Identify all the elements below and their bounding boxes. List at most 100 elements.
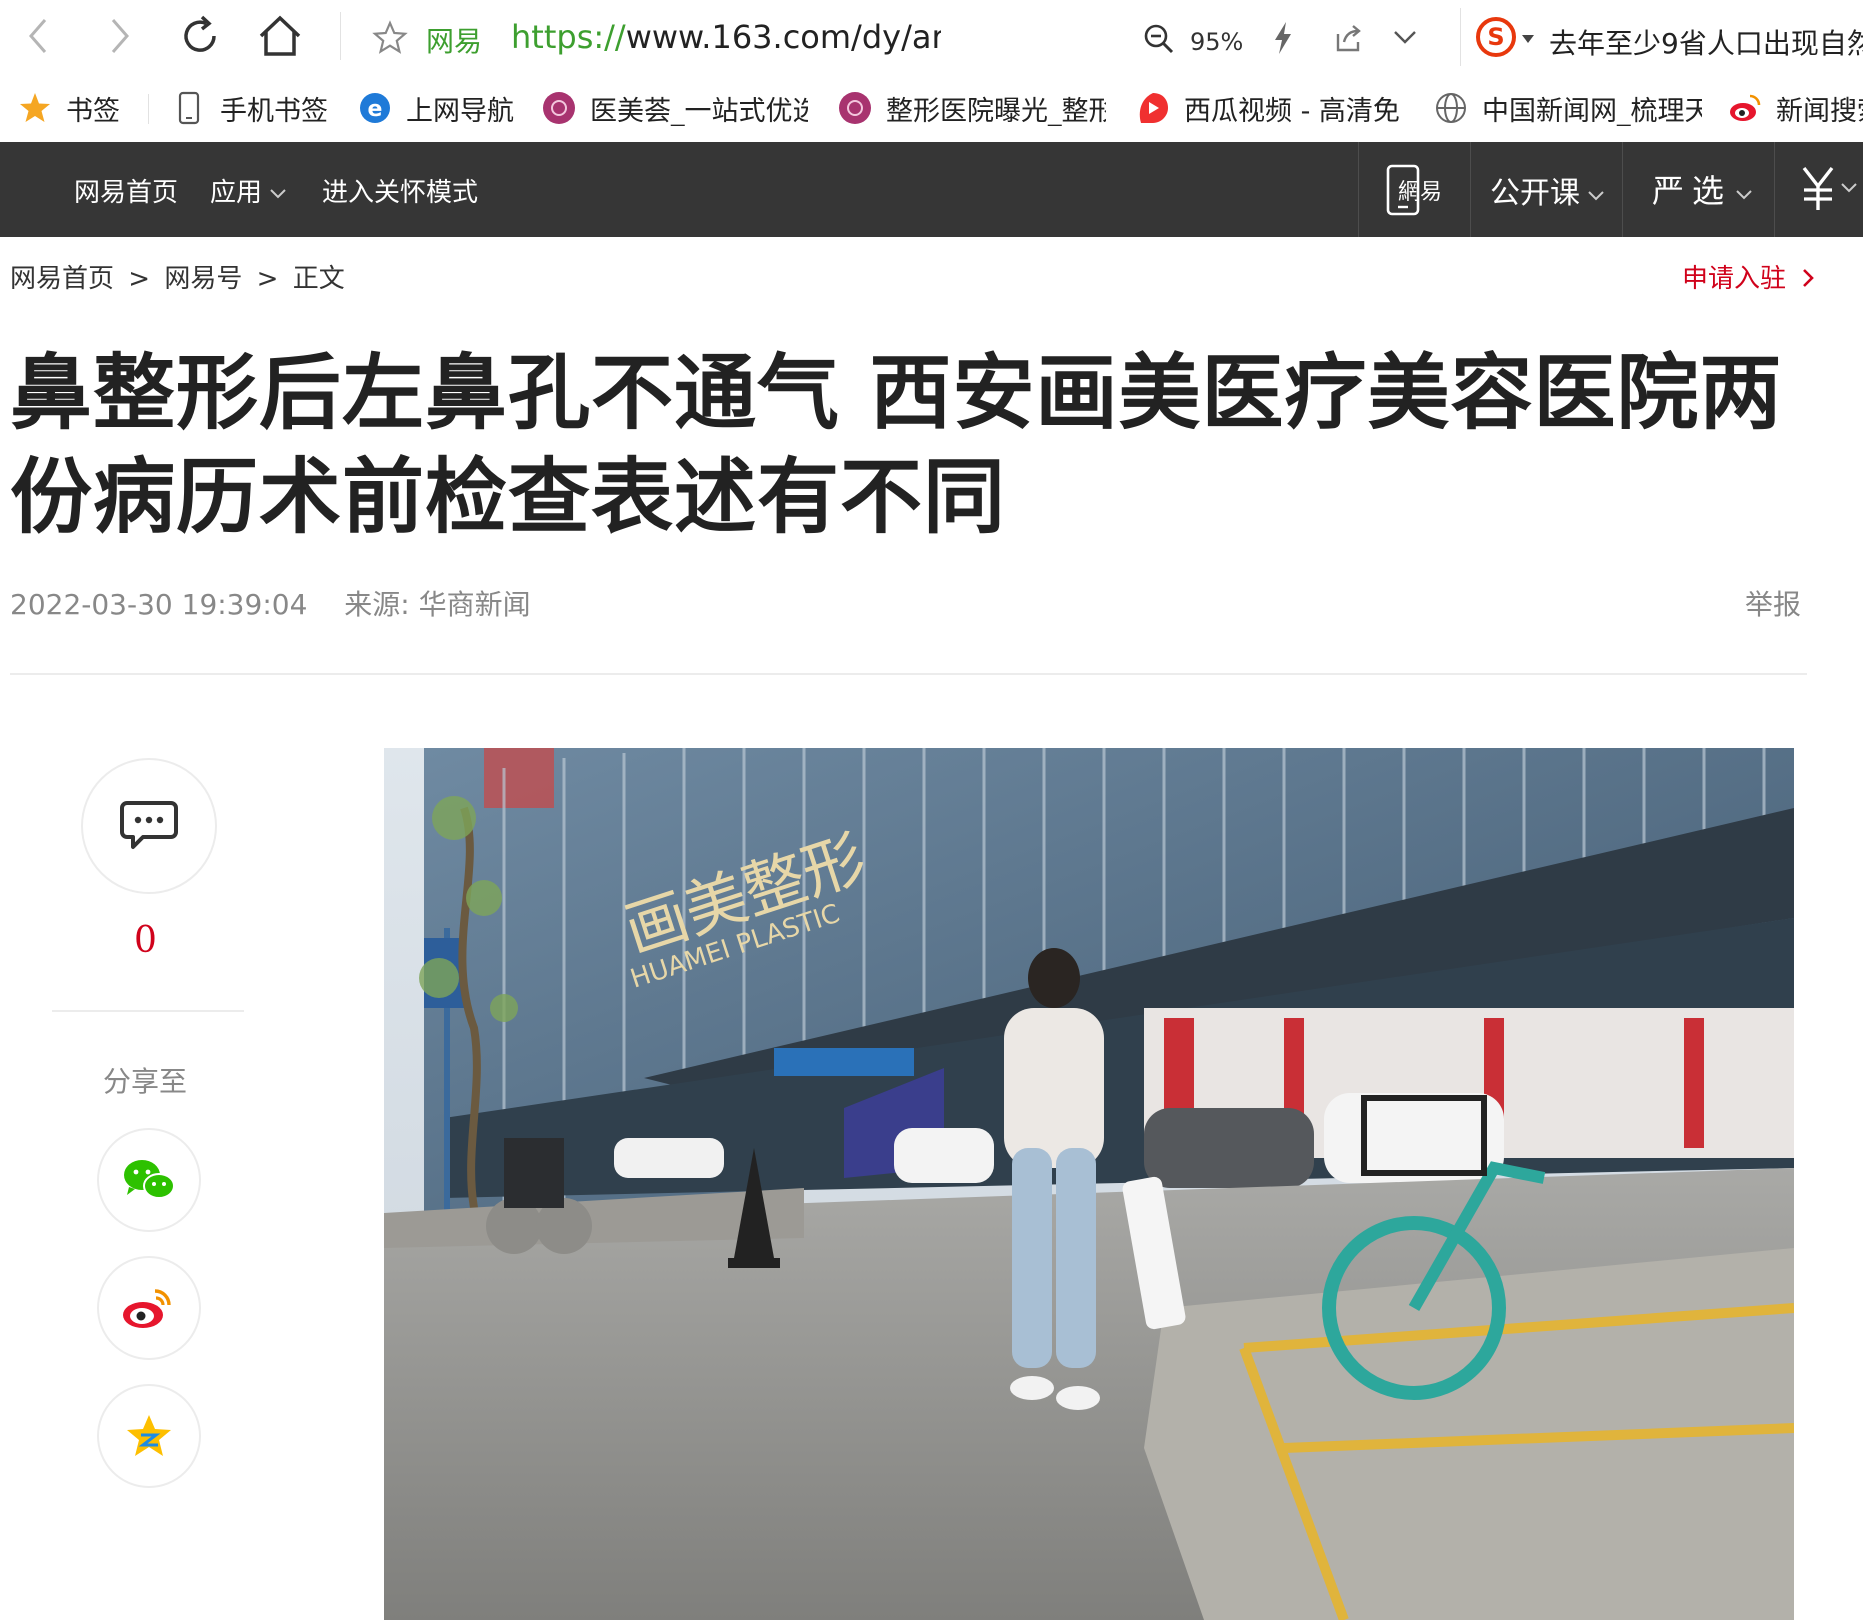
sogou-search-icon[interactable]: S (1475, 16, 1517, 58)
site-nav-bar: 网易首页 应用 进入关怀模式 網易 公开课 严选 (0, 142, 1863, 237)
zoom-level[interactable]: 95% (1190, 28, 1243, 56)
bookmark-bar: 书签 手机书签 e 上网导航 医美荟_一站式优选 整形医院曝光_整形 西瓜视频 … (0, 74, 1863, 143)
yimeihui-icon (542, 91, 576, 125)
open-course-menu[interactable]: 公开课 (1490, 168, 1606, 212)
bookmark-label: 西瓜视频 - 高清免 (1184, 95, 1400, 127)
open-course-label: 公开课 (1490, 176, 1580, 211)
svg-text:S: S (1487, 23, 1504, 51)
browser-toolbar: 网易 https://www.163.com/dy/article/H3NUA … (0, 0, 1863, 75)
comment-button[interactable] (81, 758, 217, 894)
care-mode-link[interactable]: 进入关怀模式 (322, 172, 478, 209)
back-button[interactable] (14, 12, 62, 60)
apply-join-link[interactable]: 申请入驻 (1682, 258, 1816, 295)
yen-icon (1802, 166, 1857, 210)
wechat-icon (124, 1160, 175, 1199)
comment-bubble-icon (120, 801, 178, 849)
url-text[interactable]: https://www.163.com/dy/article/H3NUA (511, 18, 941, 56)
article-title-line: 份病历术前检查表述有不同 (10, 450, 1007, 545)
nav-divider (1622, 142, 1623, 237)
mobile-app-link[interactable]: 網易 (1386, 164, 1442, 216)
breadcrumb-separator: > (256, 264, 279, 294)
bookmark-divider (148, 94, 149, 124)
bookmark-item-navigation[interactable]: e 上网导航 (358, 90, 528, 126)
nav-apps-label: 应用 (210, 178, 263, 208)
reload-icon (184, 15, 216, 52)
article-title: 鼻整形后左鼻孔不通气 西安画美医疗美容医院两 份病历术前检查表述有不同 (10, 342, 1790, 550)
bookmark-item-xigua[interactable]: 西瓜视频 - 高清免 (1136, 90, 1406, 126)
phone-icon (172, 91, 206, 125)
street-scene-illustration: 画美整形 HUAMEI PLASTIC (384, 748, 1794, 1620)
chevron-right-icon (1803, 269, 1815, 287)
nav-divider (1774, 142, 1775, 237)
xigua-icon (1136, 91, 1170, 125)
share-page-icon[interactable] (1332, 22, 1364, 54)
caret-down-icon[interactable] (1521, 34, 1535, 44)
globe-icon (1434, 91, 1468, 125)
share-label: 分享至 (103, 1065, 188, 1098)
home-icon (259, 15, 301, 56)
meta-divider (10, 673, 1807, 675)
toolbar-divider (340, 12, 341, 60)
weibo-icon (1728, 91, 1762, 125)
share-qzone-button[interactable] (97, 1384, 201, 1488)
ie-icon: e (358, 91, 392, 125)
share-divider (52, 1010, 244, 1012)
bookmark-item-chinanews[interactable]: 中国新闻网_梳理天 (1434, 90, 1706, 126)
search-box[interactable]: S 去年至少9省人口出现自然 (1460, 8, 1863, 66)
apply-join-label: 申请入驻 (1682, 264, 1787, 294)
breadcrumb-home[interactable]: 网易首页 (10, 264, 114, 294)
nav-apps-menu[interactable]: 应用 (210, 172, 288, 209)
finance-menu[interactable] (1798, 164, 1858, 216)
yanxuan-label: 严选 (1652, 172, 1733, 210)
publish-datetime: 2022-03-30 19:39:04 (10, 588, 308, 621)
bookmark-label: 手机书签 (220, 95, 328, 127)
bookmark-item-news-search[interactable]: 新闻搜索 (1728, 90, 1863, 126)
bookmark-label: 新闻搜索 (1776, 95, 1863, 127)
nav-divider (1358, 142, 1359, 237)
breadcrumb-netease-account[interactable]: 网易号 (164, 264, 242, 294)
search-suggestion-text[interactable]: 去年至少9省人口出现自然 (1549, 22, 1863, 62)
weibo-icon (123, 1289, 171, 1328)
yanxuan-menu[interactable]: 严选 (1652, 166, 1754, 212)
forward-button[interactable] (96, 12, 144, 60)
share-weibo-button[interactable] (97, 1256, 201, 1360)
bookmark-label: 书签 (66, 95, 120, 127)
breadcrumb-current: 正文 (292, 264, 345, 294)
nav-home-link[interactable]: 网易首页 (74, 172, 178, 209)
star-icon (18, 91, 52, 125)
bookmark-label: 中国新闻网_梳理天 (1482, 95, 1702, 127)
comment-count[interactable]: 0 (134, 920, 157, 961)
yimeihui-icon (838, 91, 872, 125)
favorite-star-icon[interactable] (372, 20, 408, 56)
qzone-icon (127, 1415, 171, 1456)
reload-button[interactable] (176, 12, 224, 60)
chevron-left-icon (29, 19, 47, 53)
nav-divider (1470, 142, 1471, 237)
address-bar[interactable]: 网易 https://www.163.com/dy/article/H3NUA … (346, 8, 1424, 66)
zoom-icon[interactable] (1142, 22, 1176, 56)
chevron-right-icon (111, 19, 129, 53)
site-identity-label: 网易 (426, 25, 483, 58)
bookmark-item-yimeihui[interactable]: 医美荟_一站式优选 (542, 90, 812, 126)
chevron-down-icon (1736, 190, 1752, 200)
mobile-logo-text: 網易 (1398, 180, 1443, 205)
chevron-down-icon (1588, 191, 1604, 201)
bookmark-item-bookmarks[interactable]: 书签 (18, 90, 130, 126)
chevron-down-icon (270, 189, 286, 199)
bookmark-label: 上网导航 (406, 95, 514, 127)
svg-text:e: e (368, 97, 383, 122)
bookmark-item-hospital-exposure[interactable]: 整形医院曝光_整形 (838, 90, 1110, 126)
article-meta: 2022-03-30 19:39:04 来源: 华商新闻 (10, 583, 531, 623)
home-button[interactable] (256, 12, 304, 60)
bookmark-label: 医美荟_一站式优选 (590, 95, 808, 127)
article-title-line: 鼻整形后左鼻孔不通气 西安画美医疗美容医院两 (10, 346, 1783, 441)
chevron-down-icon[interactable] (1392, 26, 1418, 48)
article-photo: 画美整形 HUAMEI PLASTIC (384, 748, 1794, 1620)
article-source[interactable]: 来源: 华商新闻 (344, 588, 530, 621)
breadcrumb-separator: > (128, 264, 151, 294)
report-link[interactable]: 举报 (1745, 583, 1801, 623)
breadcrumb: 网易首页 > 网易号 > 正文 (10, 258, 345, 295)
lightning-icon[interactable] (1270, 20, 1296, 56)
bookmark-item-mobile[interactable]: 手机书签 (172, 90, 342, 126)
share-wechat-button[interactable] (97, 1128, 201, 1232)
